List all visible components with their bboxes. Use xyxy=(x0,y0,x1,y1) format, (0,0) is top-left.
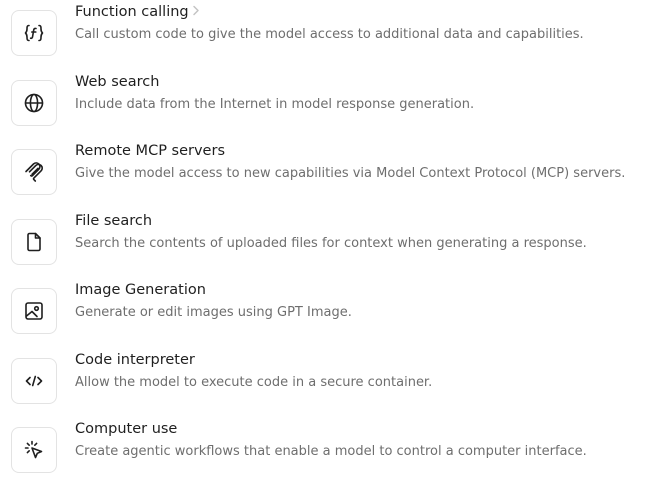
tool-description: Give the model access to new capabilitie… xyxy=(75,166,626,181)
tool-title: Web search xyxy=(75,74,160,90)
chevron-right-icon xyxy=(192,3,200,21)
mcp-icon xyxy=(11,149,57,195)
code-icon xyxy=(11,358,57,404)
tool-title: Image Generation xyxy=(75,282,206,298)
tool-item-code-interpreter[interactable]: Code interpreter Allow the model to exec… xyxy=(0,352,651,420)
tool-title-text: Function calling xyxy=(75,4,189,20)
tool-description: Search the contents of uploaded files fo… xyxy=(75,236,587,251)
tool-item-web-search[interactable]: Web search Include data from the Interne… xyxy=(0,74,651,142)
tool-description: Include data from the Internet in model … xyxy=(75,97,475,112)
tool-description: Generate or edit images using GPT Image. xyxy=(75,305,352,320)
file-icon xyxy=(11,219,57,265)
tool-description: Create agentic workflows that enable a m… xyxy=(75,444,587,459)
function-icon xyxy=(11,10,57,56)
tool-title: Remote MCP servers xyxy=(75,143,225,159)
tool-item-file-search[interactable]: File search Search the contents of uploa… xyxy=(0,213,651,281)
tool-description: Allow the model to execute code in a sec… xyxy=(75,375,433,390)
tool-title: File search xyxy=(75,213,153,229)
tool-title: Computer use xyxy=(75,421,178,437)
cursor-click-icon xyxy=(11,427,57,473)
tool-title: Function calling xyxy=(75,3,200,21)
tool-item-function-calling[interactable]: Function calling Call custom code to giv… xyxy=(0,4,651,72)
image-icon xyxy=(11,288,57,334)
globe-icon xyxy=(11,80,57,126)
tool-item-image-generation[interactable]: Image Generation Generate or edit images… xyxy=(0,282,651,350)
tool-item-computer-use[interactable]: Computer use Create agentic workflows th… xyxy=(0,421,651,489)
tool-list: Function calling Call custom code to giv… xyxy=(0,0,651,479)
tool-description: Call custom code to give the model acces… xyxy=(75,27,584,42)
tool-title: Code interpreter xyxy=(75,352,195,368)
tool-item-remote-mcp-servers[interactable]: Remote MCP servers Give the model access… xyxy=(0,143,651,211)
